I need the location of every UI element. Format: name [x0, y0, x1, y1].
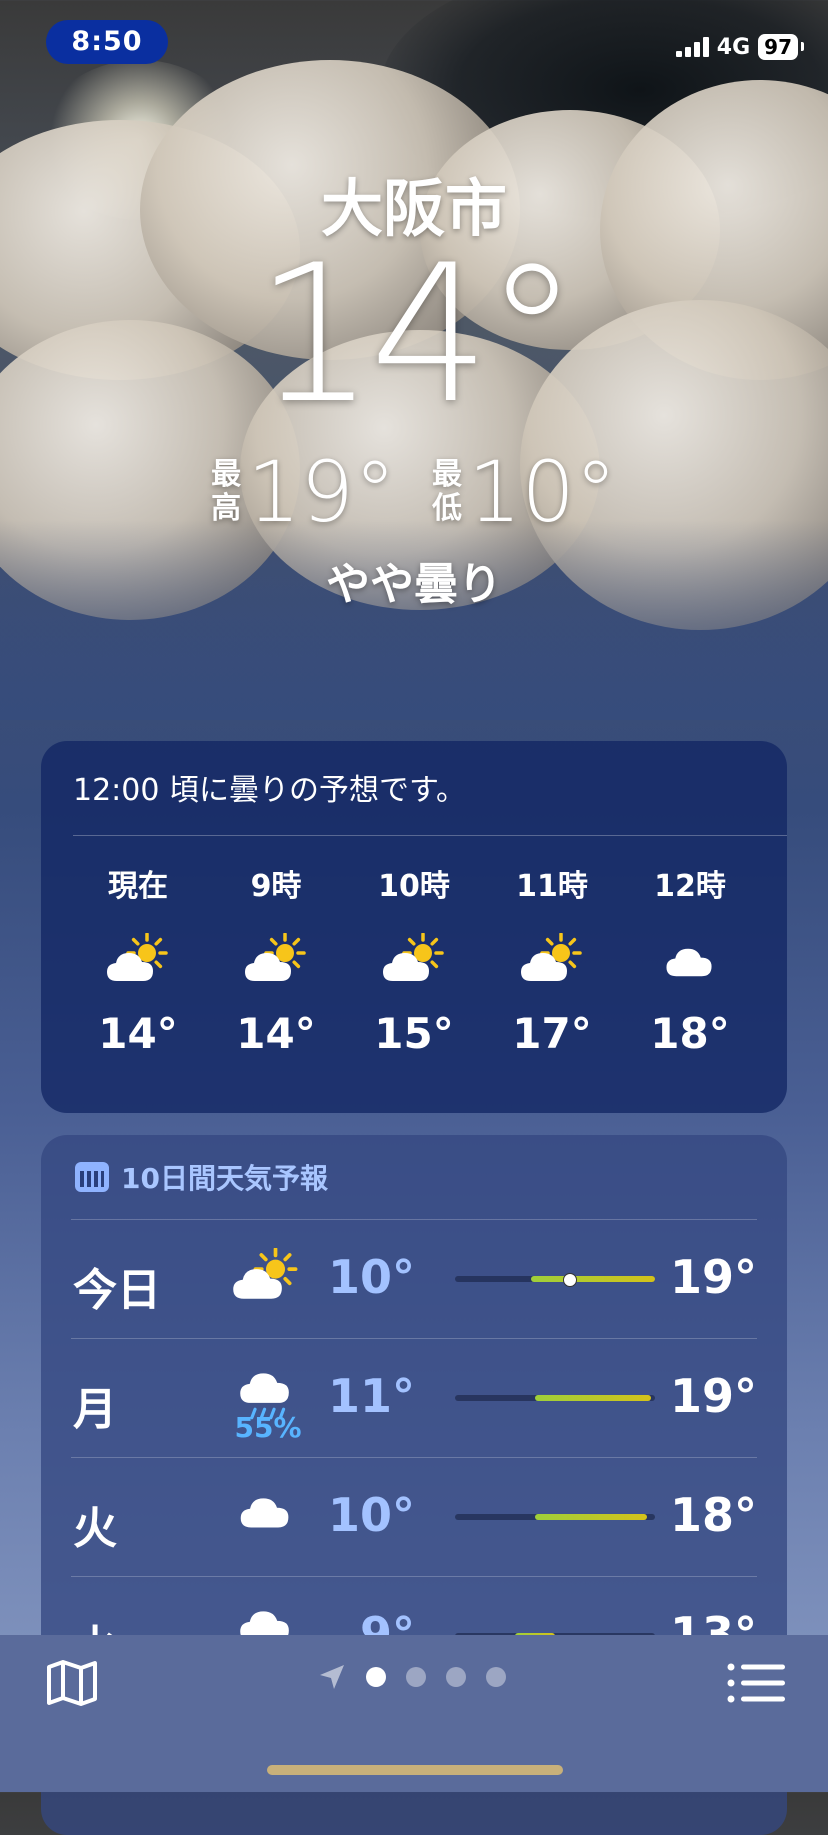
daily-list: 今日10°19°月55%11°19°火10°18°水9°13° [71, 1219, 757, 1695]
hour-label: 10時 [378, 869, 450, 904]
day-high: 19° [669, 1369, 757, 1423]
temp-range-bar [455, 1395, 655, 1401]
condition: やや曇り [326, 559, 502, 610]
ten-day-header: 10日間天気予報 [75, 1157, 328, 1197]
hourly-list[interactable]: 現在 14° 9時 14° 10時 15° 11時 17° 12時 18° 13時19° [69, 861, 787, 1058]
day-label: 今日 [73, 1265, 161, 1316]
hourly-forecast-card[interactable]: 12:00 頃に曇りの予想です。 現在 14° 9時 14° 10時 15° 11時 17° 1… [41, 741, 787, 1113]
hourly-summary: 12:00 頃に曇りの予想です。 [73, 773, 466, 808]
hour-label: 11時 [516, 869, 588, 904]
current-temperature: 14° [254, 224, 580, 445]
temp-range-bar [455, 1273, 655, 1287]
partly-cloudy-sun-icon [226, 1248, 306, 1312]
partly-cloudy-sun-icon [517, 923, 587, 999]
network-type: 4G [716, 34, 751, 60]
hourly-item: 13時19° [759, 861, 787, 1058]
hourly-item: 11時 17° [483, 861, 621, 1058]
partly-cloudy-sun-icon [379, 923, 449, 999]
home-indicator[interactable] [267, 1765, 563, 1775]
day-label: 月 [73, 1384, 117, 1435]
partly-cloudy-sun-icon [241, 923, 311, 999]
low-label: 最 低 [432, 457, 462, 526]
current-temp-marker [563, 1273, 577, 1287]
hourly-item: 現在 14° [69, 861, 207, 1058]
hourly-item: 9時 14° [207, 861, 345, 1058]
temp-range-fill [531, 1276, 655, 1282]
daily-row[interactable]: 今日 10° 19° [71, 1219, 757, 1338]
page-dot[interactable] [446, 1667, 466, 1687]
day-high: 19° [669, 1250, 757, 1304]
daily-row[interactable]: 火 10° 18° [71, 1457, 757, 1576]
day-high: 18° [669, 1488, 757, 1542]
high-label: 最 高 [211, 457, 242, 526]
day-low: 11° [327, 1369, 415, 1423]
day-low: 10° [327, 1488, 415, 1542]
low-temperature: 10° [468, 443, 617, 541]
status-indicators: 4G 97 [675, 34, 804, 60]
partly-cloudy-sun-icon [103, 923, 173, 999]
page-indicator[interactable] [318, 1663, 506, 1691]
temp-range-bar [455, 1514, 655, 1520]
temp-range-fill [535, 1395, 651, 1401]
day-label: 火 [73, 1503, 117, 1554]
hour-label: 現在 [108, 869, 168, 904]
temp-range-fill [535, 1514, 647, 1520]
map-button[interactable] [44, 1655, 100, 1711]
battery-icon: 97 [758, 34, 804, 60]
hour-temperature: 15° [374, 1009, 454, 1058]
hour-temperature: 17° [512, 1009, 592, 1058]
signal-icon [675, 37, 709, 57]
list-icon [727, 1663, 785, 1703]
page-dot[interactable] [486, 1667, 506, 1687]
page-dot[interactable] [406, 1667, 426, 1687]
cloud-icon [662, 923, 718, 999]
day-low: 10° [327, 1250, 415, 1304]
high-temperature: 19° [247, 443, 396, 541]
list-button[interactable] [726, 1655, 786, 1711]
cloud-icon [226, 1486, 306, 1550]
map-icon [47, 1660, 97, 1706]
high-low: 最 高 19° 最 低 10° [0, 450, 828, 534]
status-time[interactable]: 8:50 [46, 20, 168, 64]
precip-chance: 55% [234, 1411, 302, 1444]
hour-temperature: 18° [650, 1009, 730, 1058]
hour-label: 12時 [654, 869, 726, 904]
page-dot[interactable] [366, 1667, 386, 1687]
location-arrow-icon[interactable] [318, 1663, 346, 1691]
calendar-icon [75, 1162, 109, 1192]
hourly-item: 12時 18° [621, 861, 759, 1058]
hourly-item: 10時 15° [345, 861, 483, 1058]
hour-label: 9時 [250, 869, 302, 904]
hour-temperature: 14° [98, 1009, 178, 1058]
ten-day-title: 10日間天気予報 [121, 1162, 328, 1195]
daily-row[interactable]: 月 55% 11° 19° [71, 1338, 757, 1457]
hour-temperature: 14° [236, 1009, 316, 1058]
